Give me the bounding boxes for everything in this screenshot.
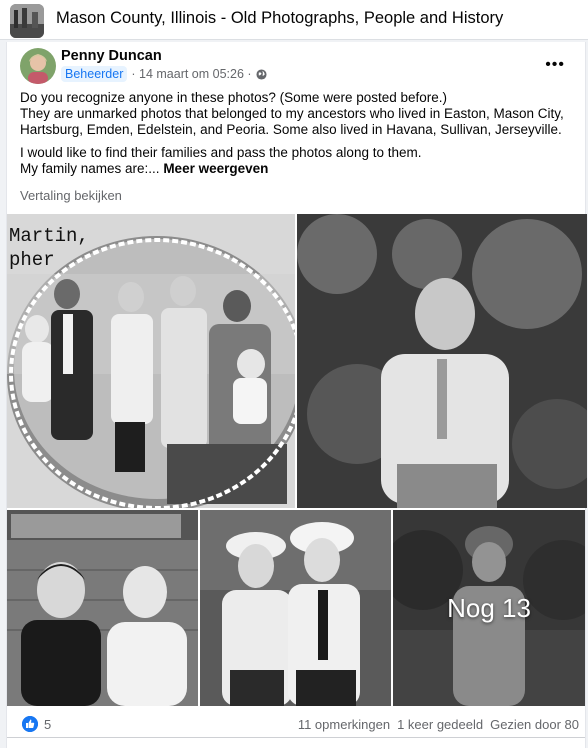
photo-family-portrait[interactable]: Martin, pher (7, 214, 295, 508)
post-paragraph-2: I would like to find their families and … (20, 145, 572, 177)
photo-caption-handwritten: Martin, pher (9, 225, 89, 271)
author-name[interactable]: Penny Duncan (61, 48, 162, 64)
post-card: Penny Duncan Beheerder · 14 maart om 05:… (6, 42, 587, 748)
post-stats: 11 opmerkingen 1 keer gedeeld Gezien doo… (298, 717, 579, 732)
comments-count[interactable]: 11 opmerkingen (298, 717, 390, 732)
photo-two-children[interactable] (7, 510, 198, 706)
group-header: Mason County, Illinois - Old Photographs… (0, 0, 588, 40)
see-more-link[interactable]: Meer weergeven (163, 161, 268, 176)
globe-icon (256, 68, 267, 80)
photo-woman-more[interactable]: Nog 13 (393, 510, 585, 706)
more-options-icon[interactable]: ••• (545, 56, 565, 74)
reaction-count[interactable]: 5 (44, 717, 51, 732)
like-reaction-icon[interactable] (22, 716, 38, 732)
post-timestamp[interactable]: · 14 maart om 05:26 · (131, 67, 251, 81)
post-paragraph-1: Do you recognize anyone in these photos?… (20, 90, 564, 137)
post-body: Do you recognize anyone in these photos?… (20, 90, 572, 184)
photo-two-women[interactable] (200, 510, 391, 706)
role-badge: Beheerder (61, 66, 128, 82)
views-count[interactable]: Gezien door 80 (490, 717, 579, 732)
group-thumbnail[interactable] (10, 4, 44, 38)
shares-count[interactable]: 1 keer gedeeld (397, 717, 483, 732)
post-footer: 5 11 opmerkingen 1 keer gedeeld Gezien d… (7, 710, 585, 738)
photo-man-portrait[interactable] (297, 214, 587, 508)
group-title[interactable]: Mason County, Illinois - Old Photographs… (56, 9, 503, 28)
more-photos-overlay[interactable]: Nog 13 (393, 510, 585, 706)
see-translation-link[interactable]: Vertaling bekijken (20, 188, 122, 203)
avatar[interactable] (20, 48, 56, 84)
post-meta: Beheerder · 14 maart om 05:26 · (61, 66, 267, 82)
